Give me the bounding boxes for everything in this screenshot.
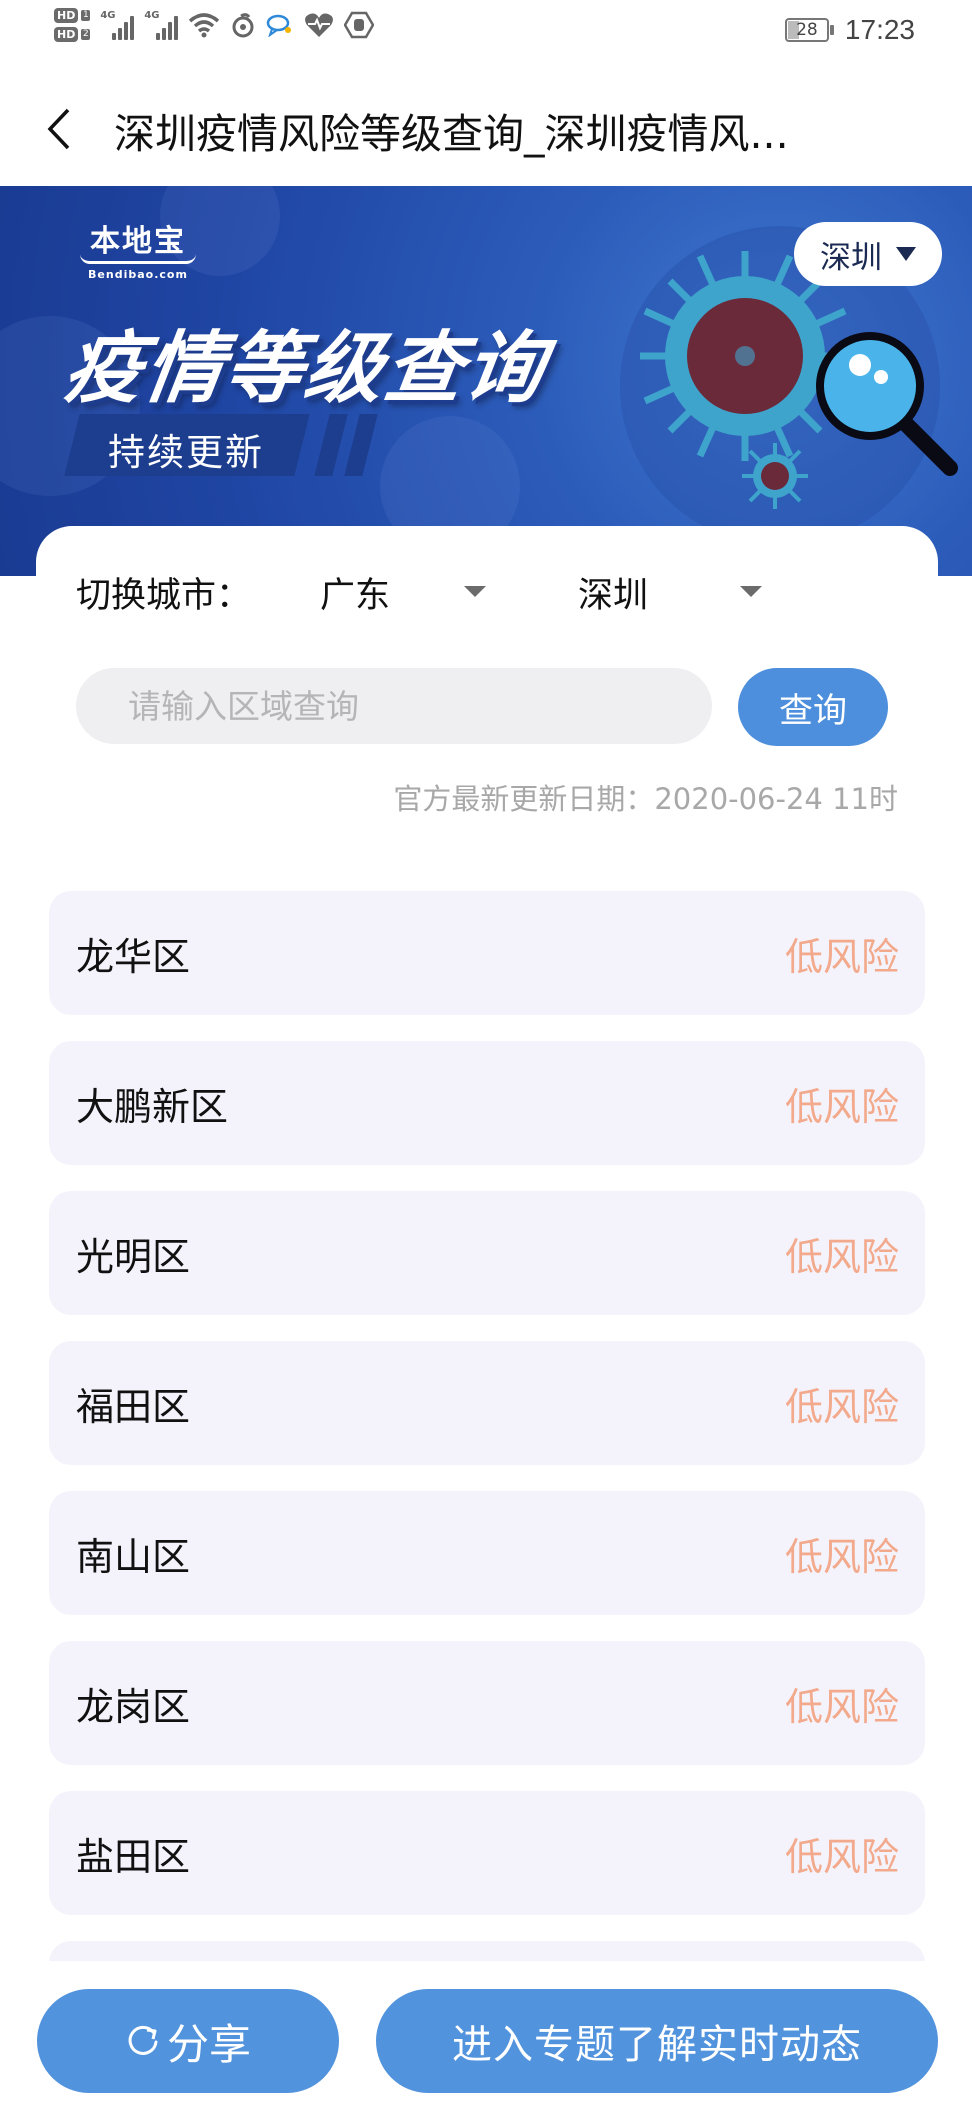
enter-topic-button[interactable]: 进入专题了解实时动态 <box>376 1989 938 2093</box>
bendibao-logo: 本地宝 Bendibao.com <box>80 216 196 281</box>
netease-music-icon <box>232 13 254 38</box>
district-name: 龙岗区 <box>76 1684 191 1729</box>
list-item[interactable]: 福田区 低风险 <box>49 1341 925 1465</box>
share-button[interactable]: 分享 <box>37 1989 339 2093</box>
wifi-icon <box>189 13 220 38</box>
list-item[interactable]: 大鹏新区 低风险 <box>49 1041 925 1165</box>
banner-title: 疫情等级查询 <box>58 324 552 414</box>
banner: 本地宝 Bendibao.com 疫情等级查询 持续更新 深圳 <box>0 186 972 576</box>
district-name: 大鹏新区 <box>76 1084 229 1129</box>
ribbon-text: 持续更新 <box>108 431 264 474</box>
query-button[interactable]: 查询 <box>738 668 888 746</box>
district-list[interactable]: 龙华区 低风险 大鹏新区 低风险 光明区 低风险 福田区 低风险 南山区 低风险… <box>49 891 925 1961</box>
district-name: 南山区 <box>76 1534 191 1579</box>
district-name: 盐田区 <box>76 1834 191 1879</box>
magnifier-icon <box>816 332 958 476</box>
hd2-icon: HD <box>54 27 79 42</box>
risk-level: 低风险 <box>784 1834 899 1879</box>
share-refresh-icon <box>128 2025 158 2055</box>
city-select[interactable]: 深圳 <box>578 562 768 622</box>
province-select[interactable]: 广东 <box>320 562 490 622</box>
risk-level: 低风险 <box>784 934 899 979</box>
province-dropdown-icon <box>464 586 486 597</box>
risk-level: 低风险 <box>784 1234 899 1279</box>
list-item[interactable]: 南山区 低风险 <box>49 1491 925 1615</box>
signal-2-icon: 4G <box>144 10 179 40</box>
city-selector-pill[interactable]: 深圳 <box>794 222 942 286</box>
page-title: 深圳疫情风险等级查询_深圳疫情风... <box>114 110 789 158</box>
district-name: 龙华区 <box>76 934 191 979</box>
risk-level: 低风险 <box>784 1534 899 1579</box>
city-dropdown-icon <box>740 586 762 597</box>
switch-city-label-row: 切换城市： <box>76 562 318 622</box>
clock: 17:23 <box>844 14 915 45</box>
status-icons-right: 28 17:23 <box>784 14 915 46</box>
battery-icon: 28 <box>784 18 834 42</box>
district-name: 福田区 <box>76 1384 191 1429</box>
chat-icon <box>267 14 292 37</box>
dual-sim-indicator: HD 1 HD 2 <box>54 8 91 42</box>
list-item[interactable]: 盐田区 低风险 <box>49 1791 925 1915</box>
update-date-text: 官方最新更新日期：2020-06-24 11时 <box>393 782 898 816</box>
status-bar: HD 1 HD 2 4G 4G 28 17:23 <box>0 0 972 70</box>
list-item[interactable]: 龙岗区 低风险 <box>49 1641 925 1765</box>
small-virus-icon <box>742 443 808 509</box>
dropdown-arrow-icon <box>896 247 916 261</box>
navigation-bar: 深圳疫情风险等级查询_深圳疫情风... <box>0 70 972 186</box>
back-arrow-icon[interactable] <box>40 102 80 156</box>
list-item-partial[interactable] <box>49 1941 925 1961</box>
risk-level: 低风险 <box>784 1684 899 1729</box>
list-item[interactable]: 龙华区 低风险 <box>49 891 925 1015</box>
district-name: 光明区 <box>76 1234 191 1279</box>
risk-level: 低风险 <box>784 1384 899 1429</box>
status-icons-left: HD 1 HD 2 4G 4G <box>54 8 375 42</box>
hand-stop-icon <box>344 11 375 39</box>
list-item[interactable]: 光明区 低风险 <box>49 1191 925 1315</box>
risk-level: 低风险 <box>784 1084 899 1129</box>
district-search-input[interactable] <box>76 668 712 744</box>
signal-1-icon: 4G <box>100 10 135 40</box>
health-heart-icon <box>305 13 334 37</box>
switch-city-label: 切换城市： <box>76 575 252 616</box>
bottom-action-bar: 分享 进入专题了解实时动态 <box>0 1961 972 2106</box>
hd1-icon: HD <box>54 8 79 23</box>
